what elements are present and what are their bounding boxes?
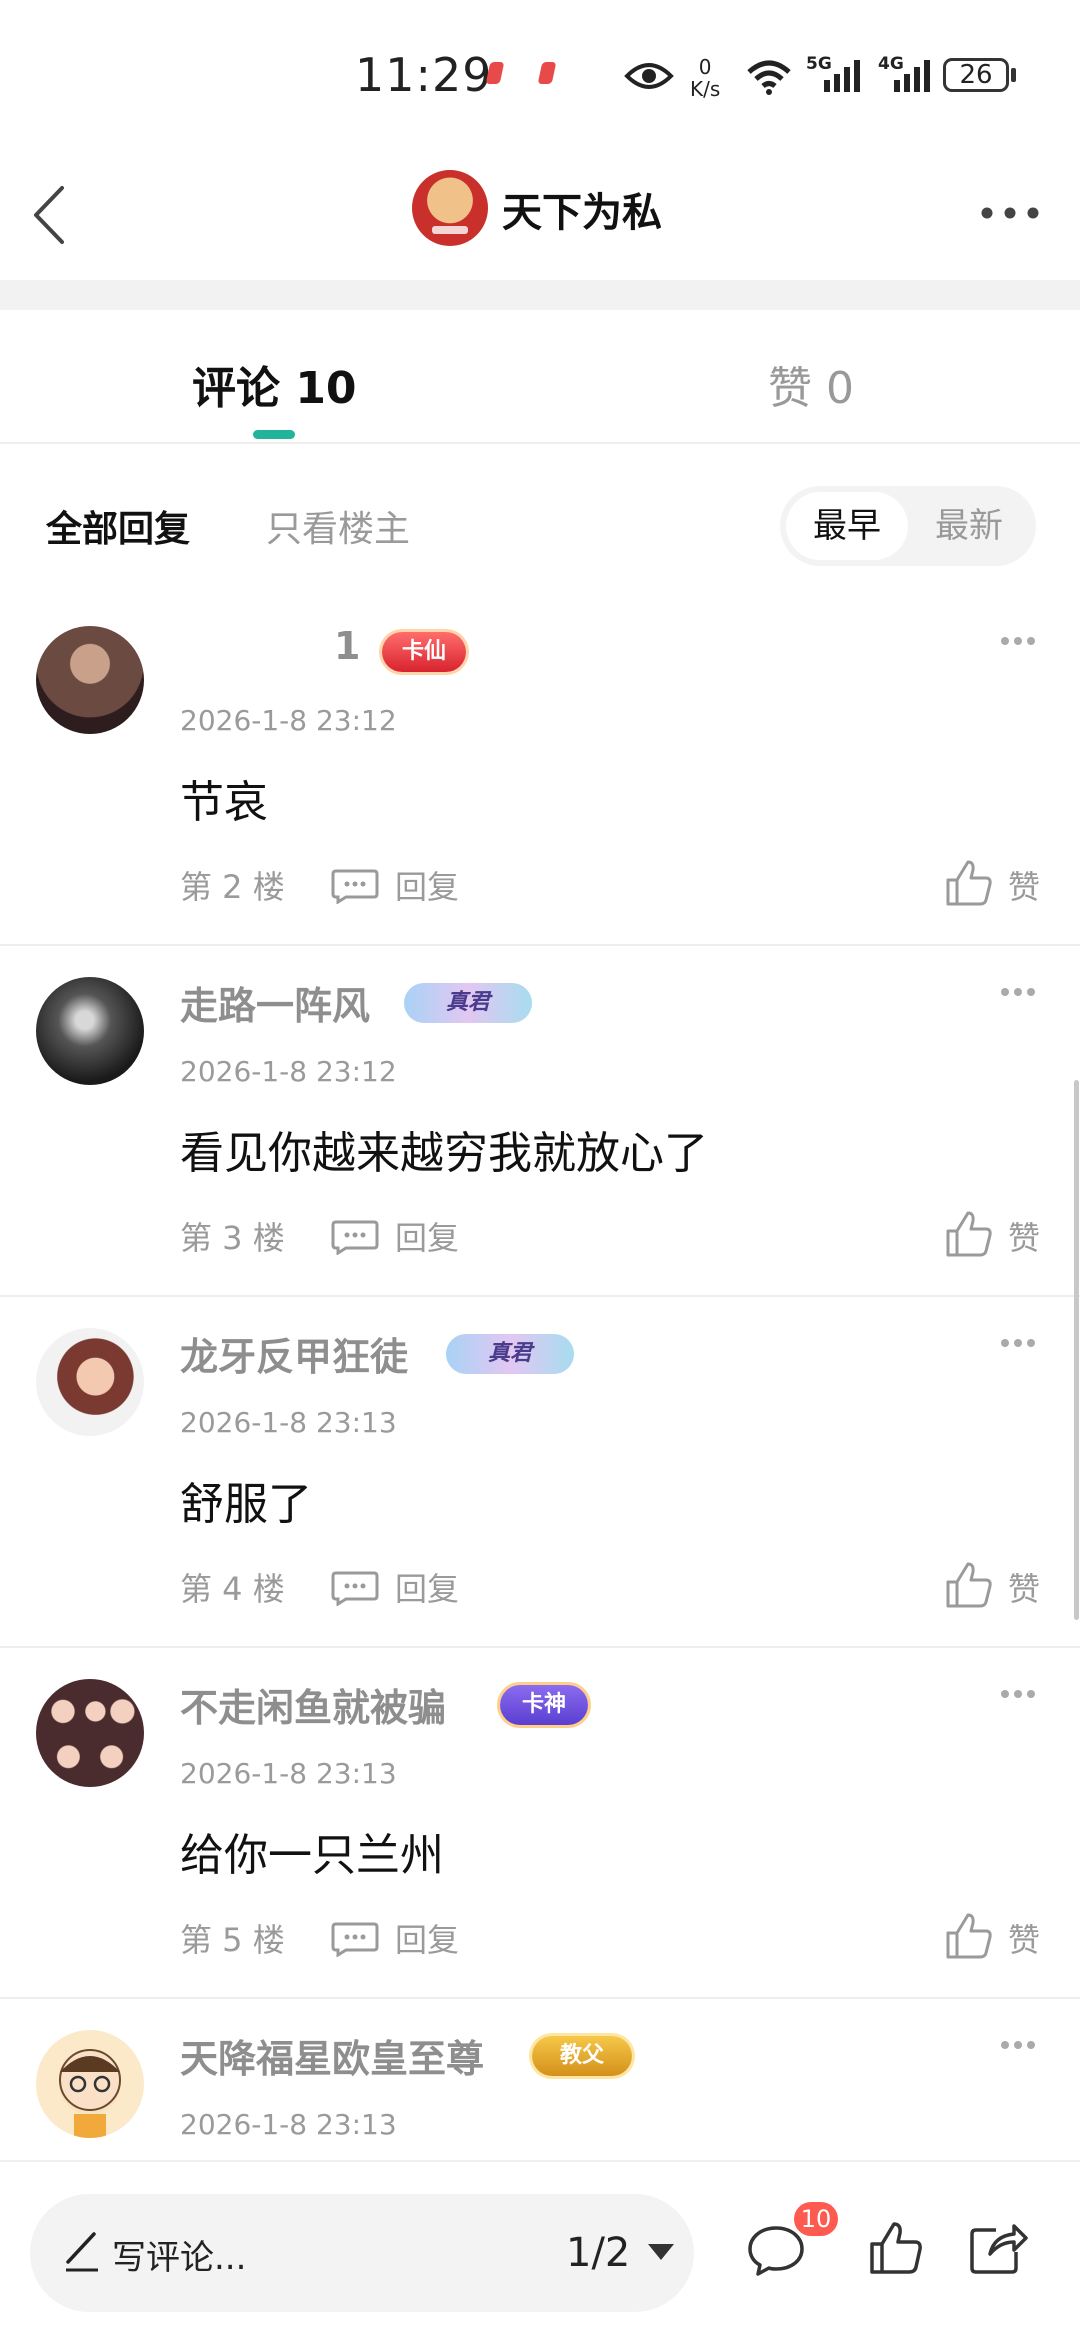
reply-icon[interactable] [330, 868, 380, 904]
page-title[interactable]: 天下为私 [502, 180, 662, 238]
reply-button[interactable]: 回复 [395, 1564, 459, 1610]
comment-time: 2026-1-8 23:12 [180, 1055, 397, 1088]
like-button[interactable]: 赞 [1008, 862, 1040, 908]
comment-item: 天降福星欧皇至尊 教父 2026-1-8 23:13 [0, 1998, 1080, 2160]
level-badge: 教父 [532, 2036, 632, 2076]
avatar[interactable] [36, 1328, 144, 1436]
floor-number: 第 2 楼 [180, 868, 285, 906]
comment-text: 看见你越来越穷我就放心了 [180, 1128, 708, 1179]
avatar[interactable] [36, 626, 144, 734]
reply-icon[interactable] [330, 1570, 380, 1606]
share-icon[interactable] [968, 2220, 1028, 2276]
reply-icon[interactable] [330, 1921, 380, 1957]
more-icon[interactable] [980, 206, 1040, 220]
battery-tip [1011, 68, 1016, 82]
comment-time: 2026-1-8 23:13 [180, 2108, 397, 2141]
compose-placeholder: 写评论... [112, 2238, 247, 2278]
more-icon[interactable] [1000, 636, 1036, 646]
reply-filter: 全部回复 只看楼主 最早 最新 [0, 444, 1080, 594]
tab-indicator [253, 430, 295, 439]
like-button[interactable]: 赞 [1008, 1213, 1040, 1259]
notification-icon [485, 62, 505, 84]
more-icon[interactable] [1000, 1338, 1036, 1348]
like-icon[interactable] [868, 2220, 924, 2276]
more-icon[interactable] [1000, 987, 1036, 997]
scrollbar[interactable] [1074, 1080, 1079, 1620]
commenter-name[interactable]: 天降福星欧皇至尊 [180, 2028, 484, 2083]
commenter-name[interactable]: 龙牙反甲狂徒 [180, 1326, 408, 1381]
floor-number: 第 3 楼 [180, 1219, 285, 1257]
chevron-down-icon[interactable] [648, 2244, 674, 2260]
level-badge: 真君 [446, 1334, 574, 1374]
comment-text: 舒服了 [180, 1479, 312, 1530]
comment-icon[interactable] [746, 2222, 806, 2278]
level-badge: 真君 [404, 983, 532, 1023]
tab-comments[interactable]: 评论 10 [192, 352, 357, 416]
sort-toggle: 最早 最新 [780, 486, 1036, 566]
divider [0, 280, 1080, 310]
like-icon[interactable] [944, 1560, 994, 1610]
bottom-action-bar: 写评论... 1/2 10 [0, 2160, 1080, 2342]
reply-button[interactable]: 回复 [395, 862, 459, 908]
avatar[interactable] [36, 1679, 144, 1787]
comment-compose-field[interactable]: 写评论... 1/2 [30, 2194, 694, 2312]
comment-item: 1 卡仙 2026-1-8 23:12 节哀 第 2 楼 回复 赞 [0, 594, 1080, 946]
level-badge: 卡仙 [382, 632, 466, 672]
filter-op-only[interactable]: 只看楼主 [266, 500, 410, 552]
level-badge: 卡神 [500, 1685, 588, 1725]
network-speed: 0 K/s [690, 55, 721, 101]
avatar[interactable] [36, 2030, 144, 2138]
tab-bar: 评论 10 赞 0 [0, 310, 1080, 444]
commenter-name[interactable]: 走路一阵风 [180, 975, 370, 1030]
like-button[interactable]: 赞 [1008, 1564, 1040, 1610]
top-nav: 天下为私 [0, 150, 1080, 280]
reply-button[interactable]: 回复 [395, 1213, 459, 1259]
more-icon[interactable] [1000, 2040, 1036, 2050]
floor-number: 第 5 楼 [180, 1921, 285, 1959]
status-time: 11:29 [355, 48, 493, 102]
eye-icon [624, 63, 674, 89]
comment-count-badge: 10 [794, 2202, 838, 2236]
battery-icon: 26 [943, 58, 1009, 92]
comment-item: 不走闲鱼就被骗 卡神 2026-1-8 23:13 给你一只兰州 第 5 楼 回… [0, 1647, 1080, 1999]
comment-time: 2026-1-8 23:12 [180, 704, 397, 737]
commenter-name[interactable]: 不走闲鱼就被骗 [180, 1677, 446, 1732]
floor-number: 第 4 楼 [180, 1570, 285, 1608]
compose-pencil-icon [66, 2232, 98, 2272]
like-button[interactable]: 赞 [1008, 1915, 1040, 1961]
notification-icon [537, 62, 557, 84]
author-avatar[interactable] [412, 170, 488, 246]
comment-text: 给你一只兰州 [180, 1830, 444, 1881]
status-bar: 11:29 0 K/s 5G 4G 26 [0, 0, 1080, 150]
back-icon[interactable] [26, 180, 76, 250]
avatar-face-icon [59, 2049, 121, 2138]
signal-icon [824, 60, 860, 92]
reply-icon[interactable] [330, 1219, 380, 1255]
filter-all-replies[interactable]: 全部回复 [46, 500, 190, 552]
signal-icon [894, 60, 930, 92]
wifi-icon [747, 60, 791, 95]
comment-item: 龙牙反甲狂徒 真君 2026-1-8 23:13 舒服了 第 4 楼 回复 赞 [0, 1296, 1080, 1648]
avatar[interactable] [36, 977, 144, 1085]
more-icon[interactable] [1000, 1689, 1036, 1699]
comment-time: 2026-1-8 23:13 [180, 1406, 397, 1439]
like-icon[interactable] [944, 1209, 994, 1259]
tab-likes[interactable]: 赞 0 [768, 352, 854, 416]
comment-text: 节哀 [180, 777, 268, 828]
sort-latest-button[interactable]: 最新 [908, 492, 1030, 560]
reply-button[interactable]: 回复 [395, 1915, 459, 1961]
like-icon[interactable] [944, 858, 994, 908]
sort-earliest-button[interactable]: 最早 [786, 492, 908, 560]
comment-time: 2026-1-8 23:13 [180, 1757, 397, 1790]
page-indicator[interactable]: 1/2 [566, 2230, 630, 2276]
commenter-name[interactable]: 1 [334, 624, 360, 668]
like-icon[interactable] [944, 1911, 994, 1961]
comment-item: 走路一阵风 真君 2026-1-8 23:12 看见你越来越穷我就放心了 第 3… [0, 945, 1080, 1297]
